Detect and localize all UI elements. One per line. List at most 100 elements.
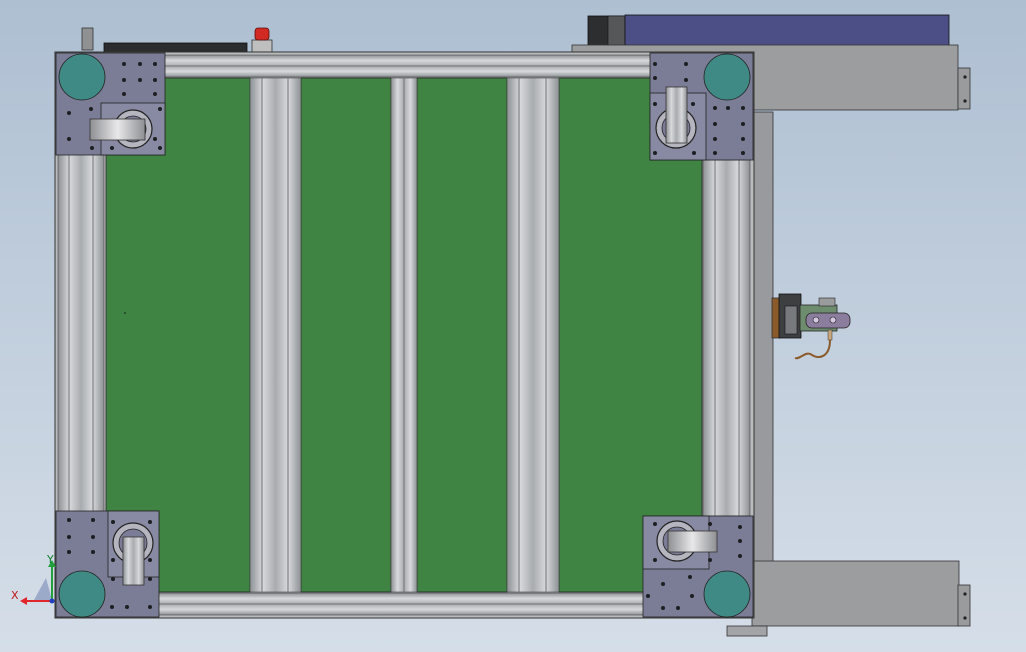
sensor-slider [805, 312, 851, 329]
indicator-lamp-base [251, 39, 273, 53]
bolt-hole [684, 62, 688, 66]
bolt-hole [153, 78, 157, 82]
bolt-hole [691, 102, 695, 106]
bolt-hole [158, 107, 162, 111]
caster-wheel [665, 86, 688, 144]
bolt-hole [708, 558, 712, 562]
bolt-hole [122, 62, 126, 66]
extrusion-3 [506, 77, 560, 593]
bracket-bolt [963, 616, 967, 620]
sensor-face [784, 305, 798, 335]
extrusion-1 [249, 77, 302, 593]
bolt-hole [153, 92, 157, 96]
bolt-hole [91, 550, 95, 554]
bolt-hole [653, 558, 657, 562]
bolt-hole [148, 605, 152, 609]
bolt-hole [741, 122, 745, 126]
beam-end-bracket-bottom [957, 584, 971, 627]
bolt-hole [110, 605, 114, 609]
bolt-hole [692, 151, 696, 155]
bolt-hole [111, 577, 115, 581]
x-axis-label: X [11, 589, 19, 602]
bolt-hole [653, 102, 657, 106]
bracket-bolt [963, 592, 967, 596]
bolt-hole [738, 525, 742, 529]
bolt-hole [148, 577, 152, 581]
triad-origin [49, 598, 55, 604]
bolt-hole [646, 594, 650, 598]
bolt-hole [738, 539, 742, 543]
bolt-hole [67, 111, 71, 115]
green-panel-2 [300, 77, 392, 593]
motor-housing [624, 14, 950, 47]
bolt-hole [111, 520, 115, 524]
bolt-hole [67, 535, 71, 539]
bolt-hole [741, 106, 745, 110]
bolt-hole [741, 137, 745, 141]
bolt-hole [713, 151, 717, 155]
bolt-hole [738, 554, 742, 558]
leveling-foot [58, 53, 106, 101]
cad-model-top-view: X Y [0, 0, 1026, 652]
bolt-hole [122, 78, 126, 82]
motor-body [607, 15, 626, 47]
bolt-hole [153, 137, 157, 141]
leveling-foot [58, 570, 106, 618]
bolt-hole [90, 146, 94, 150]
bolt-hole [653, 76, 657, 80]
bolt-hole [741, 151, 745, 155]
bolt-hole [726, 106, 730, 110]
lower-support-beam [751, 560, 960, 627]
bolt-hole [713, 106, 717, 110]
frame-right-rail [702, 159, 751, 517]
sketch-point [124, 312, 126, 314]
bolt-hole [653, 151, 657, 155]
sensor-stem [827, 329, 833, 341]
bolt-hole [684, 78, 688, 82]
bolt-hole [138, 62, 142, 66]
sensor-top-cap [818, 297, 836, 307]
bolt-hole [713, 122, 717, 126]
bolt-hole [661, 606, 665, 610]
corner-assembly-top-left [55, 52, 166, 156]
bolt-hole [67, 550, 71, 554]
bolt-hole [67, 137, 71, 141]
bolt-hole [653, 522, 657, 526]
bolt-hole [148, 558, 152, 562]
cover-strip [103, 42, 248, 53]
frame-left-rail [57, 149, 105, 513]
caster-wheel [667, 530, 718, 553]
sensor-pin [829, 316, 837, 324]
corner-assembly-bottom-left [55, 510, 160, 618]
corner-assembly-bottom-right [642, 515, 754, 618]
bolt-hole [122, 92, 126, 96]
bottom-tab [726, 625, 768, 637]
caster-wheel [89, 118, 146, 141]
bolt-hole [708, 522, 712, 526]
bolt-hole [676, 606, 680, 610]
bracket-bolt [963, 75, 967, 79]
bolt-hole [111, 558, 115, 562]
bolt-hole [153, 62, 157, 66]
bolt-hole [148, 520, 152, 524]
green-panel-3 [416, 77, 508, 593]
bolt-hole [110, 146, 114, 150]
bolt-hole [125, 605, 129, 609]
bolt-hole [653, 62, 657, 66]
bolt-hole [89, 107, 93, 111]
caster-wheel [122, 536, 145, 586]
leveling-foot [703, 53, 751, 101]
corner-assembly-top-right [649, 52, 754, 161]
bracket-bolt [963, 99, 967, 103]
bolt-hole [713, 137, 717, 141]
bolt-hole [138, 78, 142, 82]
bracket-post [81, 27, 94, 51]
bolt-hole [158, 146, 162, 150]
bolt-hole [91, 518, 95, 522]
sensor-pin [812, 316, 820, 324]
beam-end-bracket-top [957, 67, 971, 110]
bolt-hole [661, 582, 665, 586]
bolt-hole [67, 518, 71, 522]
cad-viewport[interactable]: X Y [0, 0, 1026, 652]
indicator-lamp [254, 27, 270, 41]
